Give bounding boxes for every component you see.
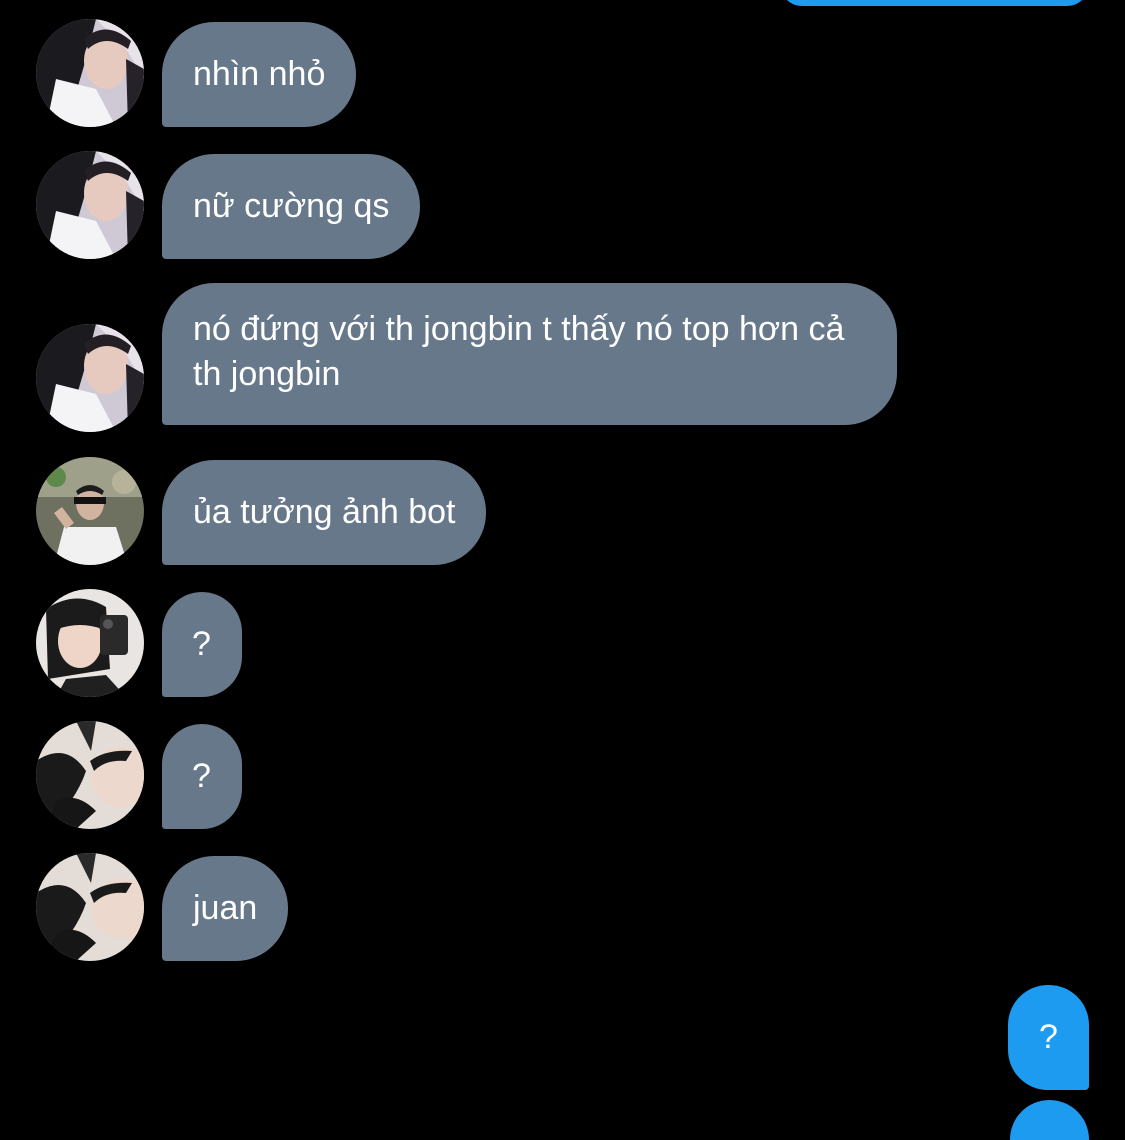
outgoing-bubble-partial-top [780,0,1089,6]
avatar-photo-icon [36,151,144,259]
message-text: ? [1039,1018,1058,1056]
avatar-photo-icon [36,721,144,829]
message-text: ? [192,757,211,795]
avatar[interactable] [36,721,144,829]
avatar-photo-icon [36,457,144,565]
message-text: nhìn nhỏ [193,55,326,93]
incoming-message-bubble[interactable]: nhìn nhỏ [162,22,357,127]
avatar[interactable] [36,589,144,697]
message-text: nó đứng với th jongbin t thấy nó top hơn… [193,310,845,393]
avatar[interactable] [36,457,144,565]
avatar-photo-icon [36,324,144,432]
outgoing-bubble-partial-bottom [1010,1100,1089,1140]
avatar-photo-icon [36,589,144,697]
message-text: nữ cường qs [193,187,390,225]
incoming-message-bubble[interactable]: nó đứng với th jongbin t thấy nó top hơn… [162,283,897,425]
avatar[interactable] [36,151,144,259]
incoming-message-bubble[interactable]: juan [162,856,289,961]
incoming-message-bubble[interactable]: ủa tưởng ảnh bot [162,460,487,565]
outgoing-message-bubble[interactable]: ? [1008,985,1089,1090]
incoming-message-bubble[interactable]: nữ cường qs [162,154,421,259]
incoming-message-bubble[interactable]: ? [162,724,242,829]
avatar-photo-icon [36,19,144,127]
message-text: juan [193,889,258,927]
avatar-photo-icon [36,853,144,961]
message-text: ? [192,625,211,663]
message-text: ủa tưởng ảnh bot [193,493,456,531]
avatar[interactable] [36,853,144,961]
incoming-message-bubble[interactable]: ? [162,592,242,697]
avatar[interactable] [36,19,144,127]
avatar[interactable] [36,324,144,432]
